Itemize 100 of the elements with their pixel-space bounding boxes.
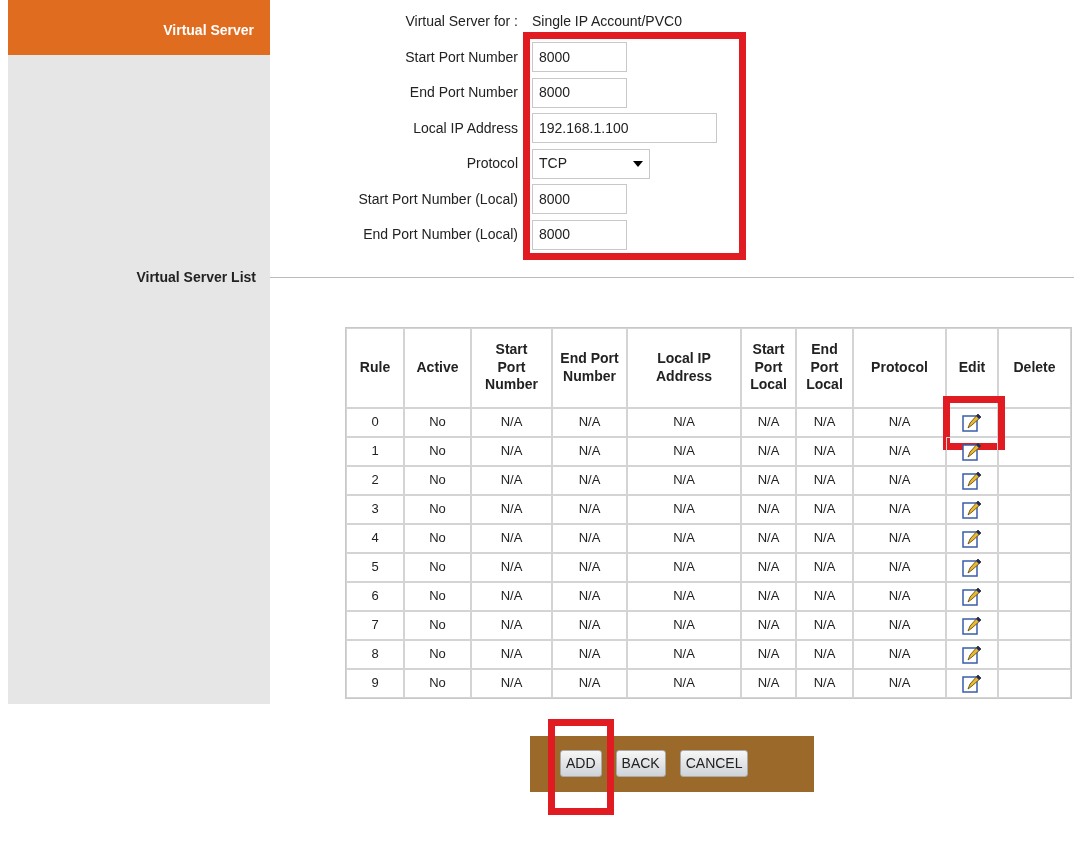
table-cell: N/A [741,465,796,495]
action-button[interactable]: ADD [560,750,602,777]
table-cell: No [404,581,471,611]
table-cell: No [404,639,471,669]
table-cell: N/A [796,465,853,495]
column-header: End Port Number [552,327,627,408]
table-cell: N/A [471,668,552,698]
field-label: Start Port Number [404,47,519,67]
table-cell: N/A [552,552,627,582]
table-cell: N/A [627,465,741,495]
table-cell: N/A [471,552,552,582]
section-label: Virtual Server List [136,268,256,287]
table-cell: N/A [471,523,552,553]
column-header: Protocol [853,327,946,408]
table-cell: N/A [796,494,853,524]
pen-icon[interactable] [962,615,982,636]
table-cell: N/A [741,407,796,437]
table-cell: 8 [346,639,404,669]
pen-icon[interactable] [962,557,982,578]
table-cell: N/A [853,465,946,495]
table-cell: No [404,407,471,437]
table-cell: N/A [741,581,796,611]
table-cell: No [404,523,471,553]
input-field[interactable]: 192.168.1.100 [532,113,717,144]
table-cell: No [404,465,471,495]
column-header: Local IP Address [627,327,741,408]
column-header: Start Port Local [741,327,796,408]
table-cell: N/A [741,610,796,640]
table-cell: 9 [346,668,404,698]
table-cell: N/A [471,494,552,524]
input-field[interactable]: 8000 [532,184,627,215]
column-header: Start Port Number [471,327,552,408]
pen-icon[interactable] [962,499,982,520]
table-cell: N/A [471,610,552,640]
table-cell: N/A [741,552,796,582]
field-label: Start Port Number (Local) [357,189,519,209]
table-cell: 2 [346,465,404,495]
column-header: End Port Local [796,327,853,408]
table-cell: N/A [627,610,741,640]
table-cell: N/A [796,639,853,669]
pen-icon[interactable] [962,586,982,607]
table-cell: No [404,436,471,466]
table-cell: N/A [741,639,796,669]
table-cell: N/A [853,610,946,640]
table-cell: 5 [346,552,404,582]
table-cell: N/A [796,610,853,640]
table-cell: N/A [627,581,741,611]
input-field[interactable]: 8000 [532,219,627,250]
input-field[interactable]: 8000 [532,77,627,108]
column-header: Delete [998,327,1071,408]
table-cell: No [404,610,471,640]
caption-value: Single IP Account/PVC0 [532,12,682,32]
table-cell: N/A [853,668,946,698]
table-cell: N/A [853,523,946,553]
table-cell: N/A [853,639,946,669]
table-cell: N/A [853,494,946,524]
table-cell: N/A [627,494,741,524]
column-header: Rule [346,327,404,408]
table-cell: N/A [627,668,741,698]
sidebar-title: Virtual Server [8,0,270,55]
table-cell: N/A [552,668,627,698]
table-cell: N/A [853,552,946,582]
table-cell: N/A [853,581,946,611]
table-cell: No [404,552,471,582]
table-cell: N/A [471,639,552,669]
field-label: Virtual Server for : [404,12,519,32]
field-label: End Port Number (Local) [362,225,519,245]
table-cell: N/A [552,494,627,524]
pen-icon[interactable] [962,673,982,694]
input-field[interactable]: 8000 [532,42,627,73]
table-cell: N/A [471,465,552,495]
table-cell: N/A [627,436,741,466]
table-cell: N/A [627,407,741,437]
table-cell: N/A [552,523,627,553]
table-cell: N/A [796,668,853,698]
table-cell: N/A [796,581,853,611]
table-cell: N/A [552,581,627,611]
protocol-dropdown[interactable]: TCP [532,148,650,179]
table-cell: N/A [796,436,853,466]
pen-icon[interactable] [962,470,982,491]
pen-icon[interactable] [962,644,982,665]
field-label: Protocol [465,154,519,174]
table-cell: N/A [627,523,741,553]
pen-icon[interactable] [962,441,982,462]
table-cell: N/A [471,436,552,466]
pen-icon[interactable] [962,528,982,549]
field-label: End Port Number [408,83,519,103]
caret-icon [633,160,643,167]
field-label: Local IP Address [412,118,519,138]
table-cell: N/A [796,552,853,582]
table-cell: N/A [552,639,627,669]
action-button[interactable]: BACK [615,750,666,777]
table-cell: N/A [741,523,796,553]
table-cell: N/A [741,436,796,466]
table-cell: N/A [552,407,627,437]
table-cell: 1 [346,436,404,466]
action-button[interactable]: CANCEL [679,750,749,777]
table-cell: N/A [741,668,796,698]
table-cell: No [404,494,471,524]
pen-icon[interactable] [962,412,982,433]
